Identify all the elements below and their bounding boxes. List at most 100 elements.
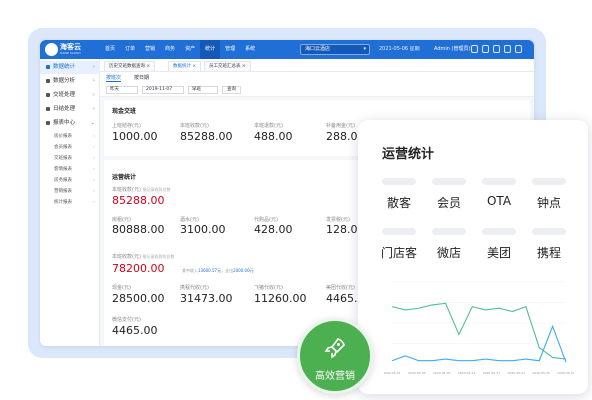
placeholder-bar [432,228,466,235]
sidebar: 数据统计 › 数据分析 › 交班处理 › 日结处理 › 报表中心 ⌄ 房价报表 › 会员报表 ›… [40,59,100,346]
submenu-label: 统计报表 [54,200,72,205]
report-submenu-item[interactable]: 营销报表 › [40,186,100,197]
placeholder-bar [482,228,516,235]
metric-label: 本班收款(元) [180,123,209,129]
sidebar-item-data-stats[interactable]: 数据统计 › [40,61,100,74]
top-navigation-bar: 海客云 HAIKE CLOUD 首页 订单 营销 商务 资产 统计 管理 系统 海口云酒店 ▾ … [40,40,534,59]
nav-item[interactable]: 系统 [240,40,260,59]
metric-label: 发票税(元) [326,217,350,223]
metric-label: 微信支付(元) [112,317,141,323]
income-amount: 13600.57元 [198,268,222,273]
nav-item[interactable]: 营销 [140,40,160,59]
shift-select[interactable]: 早班 [188,86,218,94]
metric-value: 28500.00 [112,292,165,305]
weekday-text: 星期 [409,46,420,52]
series-line-2 [391,324,567,363]
tab-by-date[interactable]: 按日期 [134,74,149,81]
metric-value: 80888.00 [112,223,165,236]
user-account[interactable]: Admin (管理员) [434,45,470,52]
filter-bar: 昨天 2019-11-07 早班 查询 [100,83,534,97]
x-tick-label: 2020-05-29 [557,371,574,375]
analysis-icon [46,78,50,83]
date-value: 2019-11-07 [146,87,173,92]
submenu-label: 会员报表 [54,145,72,150]
view-switch: 按班次 按日期 [100,72,534,83]
x-tick-label: 2020-05-21 [508,371,526,375]
sidebar-item-label: 报表中心 [53,120,76,126]
nav-item[interactable]: 管理 [220,40,240,59]
x-tick-label: 2020-05-13 [458,371,476,375]
chevron-right-icon: › [93,134,95,139]
channel-walk-in: 散客 [386,196,411,210]
brand-subtitle: HAIKE CLOUD [60,51,81,55]
metric-value: 428.00 [254,223,293,236]
metric-label: 上班结存(元) [112,123,141,129]
trend-line-chart: 2020-05-01 2020-05-05 2020-05-09 2020-05-13… [384,281,574,375]
sidebar-item-report-center[interactable]: 报表中心 ⌄ [40,117,100,130]
cash-card-title: 现金交班 [112,108,137,115]
range-select[interactable]: 昨天 [106,86,138,94]
store-select[interactable]: 海口云酒店 ▾ [300,44,370,55]
chevron-right-icon: › [93,178,95,183]
report-submenu-item[interactable]: 统计报表 › [40,197,100,208]
chevron-right-icon: › [92,92,95,98]
nav-item[interactable]: 首页 [100,40,120,59]
chevron-right-icon: › [92,106,95,112]
x-tick-label: 2020-05-25 [532,371,550,375]
bell-icon[interactable] [493,45,500,53]
nav-item[interactable]: 资产 [180,40,200,59]
metric-value: 31473.00 [180,292,233,305]
channel-ota: OTA [486,194,512,208]
submenu-label: 交班报表 [54,156,72,161]
nav-item[interactable]: 商务 [160,40,180,59]
placeholder-bar [432,178,466,185]
nav-item[interactable]: 统计 [200,40,221,59]
placeholder-bar [382,178,416,185]
income-label-text: 本班收款(元) [112,187,141,193]
current-date: 2021-05-06 星期 [379,45,420,52]
brand-logo-icon [45,43,58,56]
toolbar-icons [471,45,522,53]
tab-history-shift[interactable]: 历史交班数据查询 × [104,61,156,71]
phone-icon[interactable] [471,45,478,53]
metric-label: 美团代收(元) [326,285,355,291]
payment-detail: 其中收入13600.57元，支出2000.00元 [182,268,254,274]
chart-icon [46,64,50,69]
nav-item[interactable]: 订单 [120,40,140,59]
query-button[interactable]: 查询 [222,86,241,94]
report-icon [46,120,50,125]
settings-icon[interactable] [515,45,522,53]
date-picker[interactable]: 2019-11-07 [142,86,184,94]
report-submenu-item[interactable]: 房价报表 › [40,131,100,142]
sidebar-item-data-analysis[interactable]: 数据分析 › [40,75,100,88]
shift-value: 早班 [192,87,201,92]
help-icon[interactable] [504,45,511,53]
report-submenu-item[interactable]: 交班报表 › [40,153,100,164]
tab-data-stats[interactable]: 数据统计 × [168,61,202,71]
series-line-1 [391,302,567,360]
metric-label: 补备用金(元) [326,123,355,129]
payment-detail-prefix: 其中收入 [182,268,198,273]
date-text: 2021-05-06 [379,46,409,52]
report-submenu-item[interactable]: 客情报表 › [40,164,100,175]
metric-label: 代购品(元) [254,217,278,223]
sidebar-item-shift-handover[interactable]: 交班处理 › [40,89,100,102]
tab-by-shift[interactable]: 按班次 [106,74,122,82]
metric-label: 本班退款(元) [254,123,283,129]
report-submenu-item[interactable]: 会员报表 › [40,142,100,153]
tab-label: 历史交班数据查询 [109,64,145,69]
submenu-label: 房务报表 [54,178,72,183]
metric-value: 488.00 [254,130,293,143]
metric-value: 11260.00 [254,292,307,305]
metric-value: 85288.00 [180,130,233,143]
income-value: 85288.00 [112,194,165,207]
metric-label: 酒水(元) [180,217,199,223]
message-icon[interactable] [482,45,489,53]
channel-ctrip: 携程 [536,246,561,260]
tab-staff-shift-summary[interactable]: 员工交班汇总表 × [204,61,251,71]
report-submenu-item[interactable]: 房务报表 › [40,175,100,186]
sidebar-item-daily-close[interactable]: 日结处理 › [40,103,100,116]
page-tabs: 历史交班数据查询 × 数据统计 × 员工交班汇总表 × [100,59,534,72]
payment-note: 指记录收款的总数 [142,254,175,259]
placeholder-bar [532,178,566,185]
